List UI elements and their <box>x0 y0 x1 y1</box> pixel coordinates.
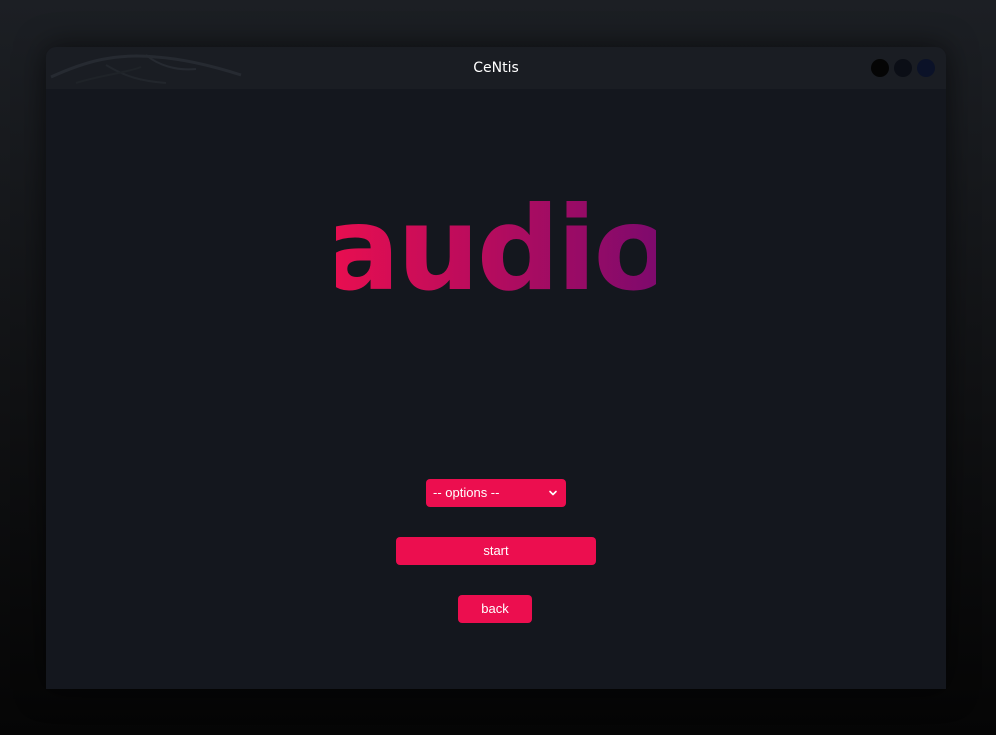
minimize-icon[interactable] <box>871 59 889 77</box>
maximize-icon[interactable] <box>894 59 912 77</box>
options-select[interactable]: -- options -- <box>426 479 566 507</box>
options-select-value: -- options -- <box>433 485 500 500</box>
logo-text: audio <box>336 182 656 307</box>
back-button[interactable]: back <box>458 595 532 623</box>
title-bar[interactable]: CeNtis <box>46 47 946 89</box>
window-controls <box>871 59 935 77</box>
chevron-down-icon <box>549 490 557 496</box>
app-window: CeNtis audio -- options -- start back <box>46 47 946 689</box>
window-title: CeNtis <box>473 60 519 76</box>
close-icon[interactable] <box>917 59 935 77</box>
audio-logo: audio <box>336 182 656 307</box>
start-button[interactable]: start <box>396 537 596 565</box>
